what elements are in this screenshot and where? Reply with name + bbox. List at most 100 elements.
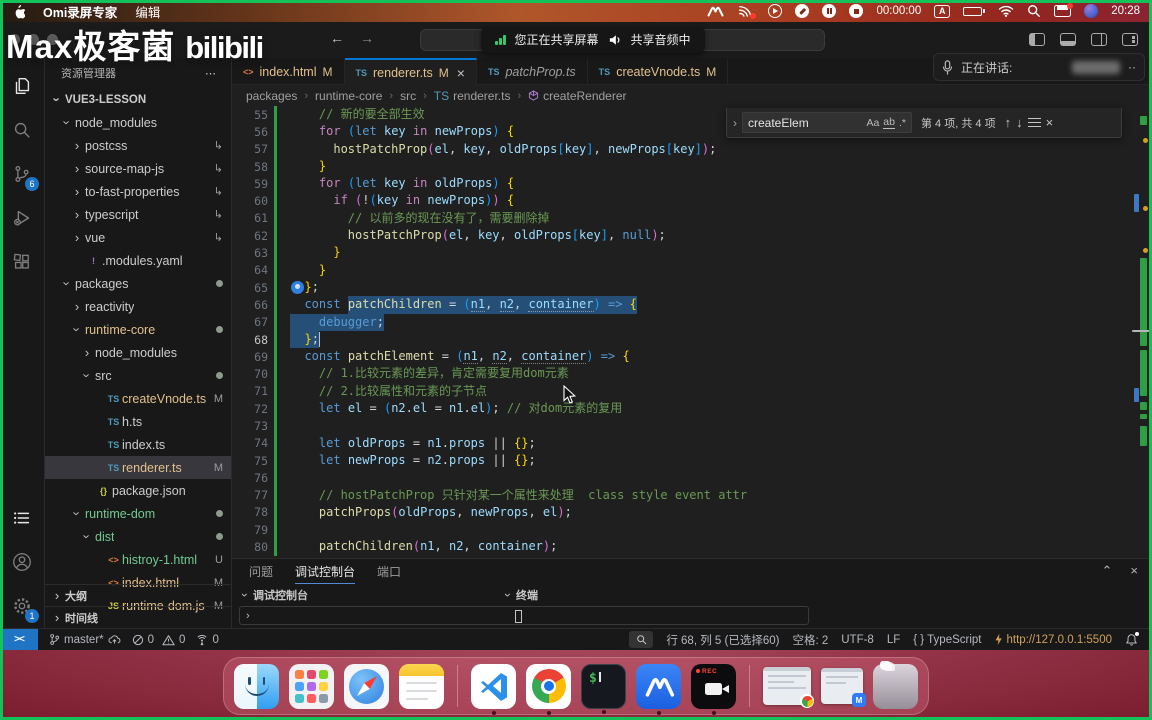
breadcrumb-item-runtime-core[interactable]: runtime-core xyxy=(315,89,382,103)
breadcrumb-item-src[interactable]: src xyxy=(400,89,416,103)
finder-dock-icon[interactable] xyxy=(234,663,279,709)
code-editor[interactable]: 55 // 新的要全部生效 56 for (let key in newProps… xyxy=(232,106,1152,558)
ports-forwarded-item[interactable]: 0 xyxy=(196,634,219,646)
menu-edit[interactable]: 编辑 xyxy=(135,2,160,21)
chrome-dock-icon[interactable] xyxy=(526,663,571,715)
screen-recorder-dock-icon[interactable]: REC xyxy=(691,663,736,715)
panel-close-icon[interactable]: × xyxy=(1130,563,1138,579)
tree-item-histroy-1.html[interactable]: <> histroy-1.html U xyxy=(45,548,231,571)
toggle-secondary-sidebar-icon[interactable] xyxy=(1091,33,1107,46)
tab-patchProp.ts[interactable]: TS patchProp.ts xyxy=(476,58,588,84)
notes-dock-icon[interactable] xyxy=(399,663,444,709)
find-in-selection-icon[interactable] xyxy=(1027,115,1041,130)
whole-word-icon[interactable]: ab xyxy=(883,116,895,129)
tab-close-icon[interactable]: × xyxy=(457,65,465,81)
spotlight-search-icon[interactable] xyxy=(1027,3,1041,19)
stop-record-icon[interactable] xyxy=(849,4,864,18)
omi-dock-icon[interactable] xyxy=(636,663,681,715)
toggle-sidebar-icon[interactable] xyxy=(1029,33,1045,46)
menu-app-name[interactable]: Omi录屏专家 xyxy=(43,2,117,21)
toggle-panel-icon[interactable] xyxy=(1060,33,1076,46)
menu-clock[interactable]: 20:28 xyxy=(1111,5,1140,17)
tree-item-source-map-js[interactable]: › source-map-js ↳ xyxy=(45,157,231,180)
eol-item[interactable]: LF xyxy=(887,634,900,646)
run-debug-icon[interactable] xyxy=(0,196,44,240)
find-close-icon[interactable]: × xyxy=(1046,115,1054,130)
remote-indicator[interactable]: >< xyxy=(0,629,38,650)
breadcrumb-item-renderer.ts[interactable]: TS renderer.ts xyxy=(434,89,511,103)
terminal-header[interactable]: › 终端 xyxy=(500,586,1152,604)
nav-back-icon[interactable]: ← xyxy=(330,30,344,46)
breadcrumb-item-packages[interactable]: packages xyxy=(246,89,297,103)
search-icon[interactable] xyxy=(0,108,44,152)
tree-item-node_modules[interactable]: › node_modules xyxy=(45,341,231,364)
panel-tab-调试控制台[interactable]: 调试控制台 xyxy=(295,559,356,584)
pause-button-icon[interactable] xyxy=(822,4,837,18)
apple-logo-icon[interactable] xyxy=(12,3,25,19)
tree-item-runtime-core[interactable]: › runtime-core xyxy=(45,318,231,341)
tab-createVnode.ts[interactable]: TS createVnode.ts M xyxy=(587,58,729,84)
accounts-icon[interactable] xyxy=(0,540,44,584)
tree-item-package.json[interactable]: {} package.json xyxy=(45,479,231,502)
launchpad-dock-icon[interactable] xyxy=(289,663,334,709)
settings-gear-icon[interactable]: 1 xyxy=(0,584,44,628)
safari-dock-icon[interactable] xyxy=(344,663,389,709)
tree-item-node_modules[interactable]: › node_modules xyxy=(45,111,231,134)
timeline-section[interactable]: › 时间线 xyxy=(45,606,231,628)
tree-item-reactivity[interactable]: › reactivity xyxy=(45,295,231,318)
explorer-more-actions-icon[interactable]: ⋯ xyxy=(205,67,217,80)
tree-item-h.ts[interactable]: TS h.ts xyxy=(45,410,231,433)
find-query[interactable]: createElem xyxy=(748,116,862,130)
find-prev-icon[interactable]: ↑ xyxy=(1005,115,1012,130)
checklist-extension-icon[interactable] xyxy=(0,496,44,540)
vscode-dock-icon[interactable] xyxy=(471,663,516,715)
overview-ruler[interactable] xyxy=(1132,58,1150,558)
find-next-icon[interactable]: ↓ xyxy=(1016,115,1023,130)
breadcrumb-item-createRenderer[interactable]: createRenderer xyxy=(528,89,627,103)
tree-item-typescript[interactable]: › typescript ↳ xyxy=(45,203,231,226)
tab-index.html[interactable]: <> index.html M xyxy=(232,58,345,84)
omi-menubar-icon[interactable] xyxy=(707,3,725,19)
live-server-item[interactable]: http://127.0.0.1:5500 xyxy=(994,633,1112,646)
minimized-chrome-window[interactable] xyxy=(763,667,814,708)
annotate-button-icon[interactable] xyxy=(795,4,810,18)
tree-item-vue[interactable]: › vue ↳ xyxy=(45,226,231,249)
window-controls[interactable] xyxy=(9,34,58,45)
user-avatar[interactable] xyxy=(1084,4,1099,18)
tree-item-VUE3-LESSON[interactable]: › VUE3-LESSON xyxy=(45,88,231,111)
git-branch-item[interactable]: master* xyxy=(49,633,121,646)
cursor-position-item[interactable]: 行 68, 列 5 (已选择60) xyxy=(666,632,779,648)
tab-renderer.ts[interactable]: TS renderer.ts M × xyxy=(344,58,477,85)
statusbar-search-icon[interactable] xyxy=(629,631,654,648)
extensions-icon[interactable] xyxy=(0,240,44,284)
minimized-omi-window[interactable]: M xyxy=(821,668,866,707)
tree-item-createVnode.ts[interactable]: TS createVnode.ts M xyxy=(45,387,231,410)
nav-forward-icon[interactable]: → xyxy=(360,30,374,46)
screencast-icon[interactable] xyxy=(738,3,757,19)
tree-item-packages[interactable]: › packages xyxy=(45,272,231,295)
find-input[interactable]: createElem Aa ab .* xyxy=(742,112,912,133)
wifi-icon[interactable] xyxy=(998,3,1014,19)
control-center-icon[interactable] xyxy=(1054,3,1074,17)
panel-tab-问题[interactable]: 问题 xyxy=(249,559,273,584)
outline-section[interactable]: › 大纲 xyxy=(45,584,231,606)
terminal-dock-icon[interactable]: $ xyxy=(581,663,626,714)
tree-item-to-fast-properties[interactable]: › to-fast-properties ↳ xyxy=(45,180,231,203)
tree-item-src[interactable]: › src xyxy=(45,364,231,387)
source-control-icon[interactable]: 6 xyxy=(0,152,44,196)
panel-maximize-icon[interactable]: ⌃ xyxy=(1102,563,1113,579)
language-mode-item[interactable]: { } TypeScript xyxy=(913,634,981,646)
trash-dock-icon[interactable] xyxy=(873,660,918,709)
tree-item-dist[interactable]: › dist xyxy=(45,525,231,548)
notifications-bell-icon[interactable] xyxy=(1125,632,1139,646)
explorer-icon[interactable] xyxy=(0,64,44,108)
indentation-item[interactable]: 空格: 2 xyxy=(792,632,828,648)
match-case-icon[interactable]: Aa xyxy=(866,117,879,129)
encoding-item[interactable]: UTF-8 xyxy=(841,634,874,646)
problems-item[interactable]: 0 0 xyxy=(132,634,185,646)
debug-console-header[interactable]: › 调试控制台 xyxy=(237,586,500,604)
tree-item-renderer.ts[interactable]: TS renderer.ts M xyxy=(45,456,231,479)
tree-item-runtime-dom[interactable]: › runtime-dom xyxy=(45,502,231,525)
regex-icon[interactable]: .* xyxy=(899,117,906,129)
play-button-icon[interactable] xyxy=(768,4,783,18)
